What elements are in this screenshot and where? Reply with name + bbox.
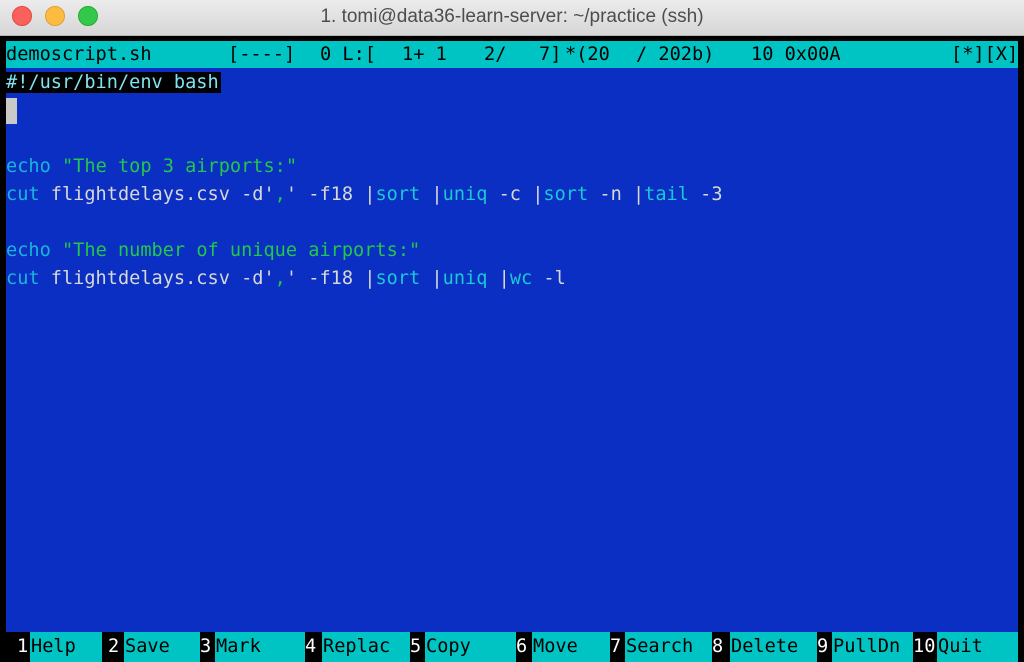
- function-key-number: 6: [516, 636, 528, 657]
- status-window-buttons[interactable]: [*][X]: [951, 41, 1018, 68]
- terminal[interactable]: demoscript.sh [----] 0 L:[ 1+ 1 2/ 7] *(…: [0, 36, 1024, 662]
- status-line-of: 2/: [484, 44, 507, 65]
- code-line: cut flightdelays.csv -d',' -f18 |sort |u…: [6, 181, 723, 209]
- code-token-str: ,: [274, 268, 286, 289]
- function-key-label[interactable]: Replac: [322, 632, 410, 662]
- code-token-plain: flightdelays.csv -d': [50, 184, 275, 205]
- function-key-label[interactable]: Save: [124, 632, 200, 662]
- status-flags: [----]: [228, 44, 296, 65]
- code-token-plain: -l: [543, 268, 566, 289]
- editor-text-area[interactable]: #!/usr/bin/env bash echo "The top 3 airpo…: [6, 68, 1018, 632]
- code-token-str: "The top 3 airports:": [61, 156, 298, 177]
- code-line: cut flightdelays.csv -d',' -f18 |sort |u…: [6, 265, 566, 293]
- code-token-kw: echo: [6, 240, 62, 261]
- code-token-str: ,: [274, 184, 286, 205]
- status-filename: demoscript.sh: [6, 44, 152, 65]
- code-token-cmd: uniq: [442, 268, 499, 289]
- code-token-plain: ' -f18 |: [285, 268, 376, 289]
- code-token-kw: echo: [6, 156, 62, 177]
- code-token-plain: -n |: [599, 184, 645, 205]
- code-token-plain: |: [431, 184, 443, 205]
- code-line: [6, 97, 17, 125]
- function-key-number: 5: [410, 636, 422, 657]
- code-token-plain: |: [498, 268, 510, 289]
- code-token-plain: flightdelays.csv -d': [50, 268, 275, 289]
- code-token-plain: -3: [700, 184, 723, 205]
- function-key-number: 3: [200, 636, 212, 657]
- code-token-str: "The number of unique airports:": [61, 240, 421, 261]
- text-cursor: [6, 97, 17, 124]
- code-token-kw: cut: [6, 268, 51, 289]
- window-title: 1. tomi@data36-learn-server: ~/practice …: [320, 6, 704, 27]
- function-key-label[interactable]: Move: [532, 632, 610, 662]
- code-token-cmd: uniq: [442, 184, 499, 205]
- window-titlebar: 1. tomi@data36-learn-server: ~/practice …: [0, 0, 1024, 36]
- function-key-number: 8: [712, 636, 724, 657]
- function-key-label[interactable]: Copy: [425, 632, 516, 662]
- code-token-cmd: sort: [375, 268, 432, 289]
- function-key-label[interactable]: Help: [30, 632, 102, 662]
- function-key-label[interactable]: Search: [625, 632, 712, 662]
- function-key-bar: 1 Help 2 Save 3 Mark 4 Replac 5 Copy 6 Move 7 Search 8…: [0, 632, 1024, 662]
- function-key-number: 4: [305, 636, 317, 657]
- code-token-plain: ' -f18 |: [285, 184, 376, 205]
- code-token-plain: |: [431, 268, 443, 289]
- function-key-label[interactable]: PullDn: [832, 632, 913, 662]
- status-char-code: 10 0x00A: [751, 44, 841, 65]
- code-token-cmd: sort: [375, 184, 432, 205]
- code-token-plain: -c |: [498, 184, 544, 205]
- status-column: 0 L:[: [320, 44, 376, 65]
- function-key-number: 1: [17, 636, 29, 657]
- code-token-kw: cut: [6, 184, 51, 205]
- code-token-cmd: wc: [509, 268, 544, 289]
- function-key-label[interactable]: Delete: [730, 632, 817, 662]
- function-key-number: 9: [817, 636, 829, 657]
- status-offset: *(20: [565, 44, 610, 65]
- function-key-number: 7: [610, 636, 622, 657]
- function-key-number: 2: [108, 636, 120, 657]
- code-line: echo "The number of unique airports:": [6, 237, 420, 265]
- function-key-label[interactable]: Mark: [215, 632, 305, 662]
- code-token-cmd: tail: [644, 184, 701, 205]
- status-line-info: 1+ 1: [402, 44, 447, 65]
- code-line: #!/usr/bin/env bash: [6, 69, 221, 97]
- code-token-cmd: sort: [543, 184, 600, 205]
- function-key-label[interactable]: Quit: [937, 632, 1018, 662]
- shebang-line: #!/usr/bin/env bash: [6, 72, 221, 93]
- editor-status-bar: demoscript.sh [----] 0 L:[ 1+ 1 2/ 7] *(…: [6, 41, 1018, 68]
- function-key-number: 10: [913, 636, 936, 657]
- status-size: / 202b): [636, 44, 715, 65]
- code-line: echo "The top 3 airports:": [6, 153, 297, 181]
- status-total-lines: 7]: [539, 44, 562, 65]
